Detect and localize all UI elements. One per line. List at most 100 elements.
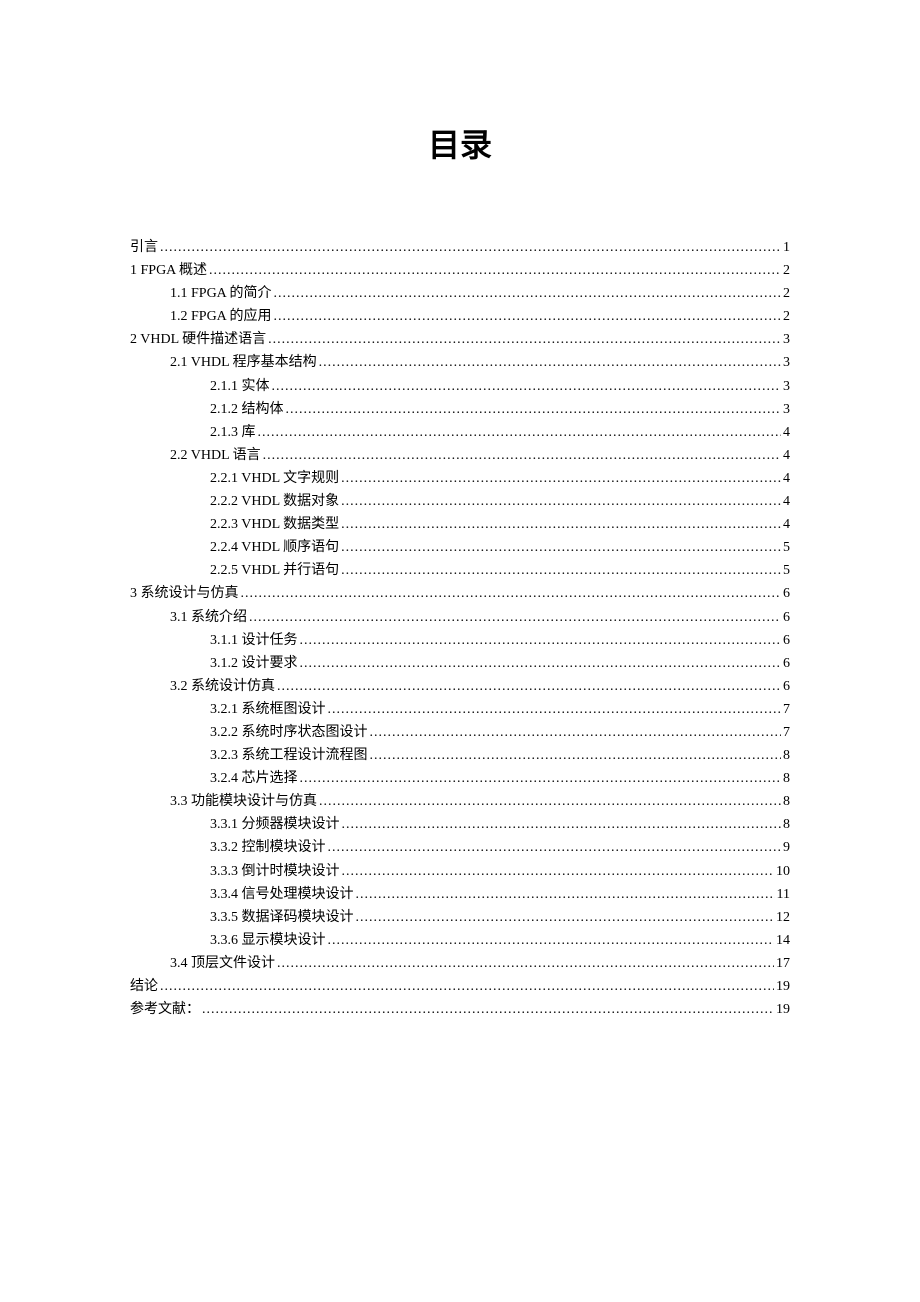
toc-entry: 2.2.2 VHDL 数据对象4 bbox=[130, 490, 790, 513]
toc-label: 3.3.4 信号处理模块设计 bbox=[210, 883, 354, 906]
toc-entry: 3.3.2 控制模块设计 9 bbox=[130, 836, 790, 859]
toc-entry: 3.3 功能模块设计与仿真 8 bbox=[130, 790, 790, 813]
toc-page: 6 bbox=[783, 629, 790, 652]
toc-page: 8 bbox=[783, 813, 790, 836]
toc-label: 3.3.3 倒计时模块设计 bbox=[210, 860, 340, 883]
toc-dots bbox=[319, 790, 781, 813]
toc-label: 3.1.2 设计要求 bbox=[210, 652, 298, 675]
toc-label: 3.2.1 系统框图设计 bbox=[210, 698, 326, 721]
toc-entry: 3.3.5 数据译码模块设计 12 bbox=[130, 906, 790, 929]
toc-entry: 2 VHDL 硬件描述语言3 bbox=[130, 328, 790, 351]
toc-entry: 3.2.1 系统框图设计7 bbox=[130, 698, 790, 721]
toc-page: 6 bbox=[783, 652, 790, 675]
toc-entry: 引言1 bbox=[130, 236, 790, 259]
toc-entry: 3.1.2 设计要求 6 bbox=[130, 652, 790, 675]
toc-label: 1.2 FPGA 的应用 bbox=[170, 305, 272, 328]
toc-entry: 参考文献：19 bbox=[130, 998, 790, 1021]
toc-dots bbox=[274, 305, 781, 328]
toc-entry: 3 系统设计与仿真 6 bbox=[130, 582, 790, 605]
toc-dots bbox=[341, 559, 781, 582]
toc-dots bbox=[160, 975, 774, 998]
toc-dots bbox=[300, 629, 782, 652]
toc-label: 2.2 VHDL 语言 bbox=[170, 444, 261, 467]
toc-page: 6 bbox=[783, 582, 790, 605]
toc-page: 3 bbox=[783, 398, 790, 421]
toc-page: 2 bbox=[783, 305, 790, 328]
toc-dots bbox=[268, 328, 781, 351]
toc-page: 12 bbox=[776, 906, 790, 929]
toc-dots bbox=[356, 883, 775, 906]
toc-label: 3.4 顶层文件设计 bbox=[170, 952, 275, 975]
toc-entry: 2.2.1 VHDL 文字规则4 bbox=[130, 467, 790, 490]
toc-entry: 3.2 系统设计仿真6 bbox=[130, 675, 790, 698]
toc-page: 3 bbox=[783, 328, 790, 351]
toc-label: 2.1.1 实体 bbox=[210, 375, 270, 398]
toc-dots bbox=[341, 536, 781, 559]
toc-container: 引言11 FPGA 概述21.1 FPGA 的简介21.2 FPGA 的应用22… bbox=[130, 236, 790, 1021]
toc-label: 2.2.3 VHDL 数据类型 bbox=[210, 513, 339, 536]
toc-page: 4 bbox=[783, 513, 790, 536]
toc-dots bbox=[328, 929, 775, 952]
toc-label: 2.1.3 库 bbox=[210, 421, 256, 444]
toc-entry: 3.2.4 芯片选择8 bbox=[130, 767, 790, 790]
toc-entry: 3.3.4 信号处理模块设计 11 bbox=[130, 883, 790, 906]
toc-page: 9 bbox=[783, 836, 790, 859]
toc-label: 3.3.6 显示模块设计 bbox=[210, 929, 326, 952]
toc-dots bbox=[370, 721, 782, 744]
toc-entry: 2.1.2 结构体 3 bbox=[130, 398, 790, 421]
toc-title: 目录 bbox=[130, 120, 790, 166]
toc-entry: 2.1.1 实体 3 bbox=[130, 375, 790, 398]
toc-page: 7 bbox=[783, 721, 790, 744]
toc-page: 3 bbox=[783, 351, 790, 374]
toc-page: 11 bbox=[777, 883, 790, 906]
toc-label: 3.1.1 设计任务 bbox=[210, 629, 298, 652]
toc-page: 8 bbox=[783, 790, 790, 813]
toc-label: 3 系统设计与仿真 bbox=[130, 582, 239, 605]
toc-dots bbox=[277, 952, 774, 975]
toc-page: 5 bbox=[783, 559, 790, 582]
toc-entry: 3.1.1 设计任务 6 bbox=[130, 629, 790, 652]
toc-entry: 3.3.3 倒计时模块设计 10 bbox=[130, 860, 790, 883]
toc-entry: 1.1 FPGA 的简介2 bbox=[130, 282, 790, 305]
toc-dots bbox=[328, 698, 782, 721]
toc-dots bbox=[160, 236, 781, 259]
toc-label: 3.3.2 控制模块设计 bbox=[210, 836, 326, 859]
toc-label: 2.1.2 结构体 bbox=[210, 398, 284, 421]
toc-label: 结论 bbox=[130, 975, 158, 998]
toc-page: 1 bbox=[783, 236, 790, 259]
toc-label: 1 FPGA 概述 bbox=[130, 259, 207, 282]
toc-dots bbox=[341, 490, 781, 513]
toc-page: 10 bbox=[776, 860, 790, 883]
toc-entry: 2.2.5 VHDL 并行语句 5 bbox=[130, 559, 790, 582]
toc-page: 5 bbox=[783, 536, 790, 559]
toc-page: 4 bbox=[783, 421, 790, 444]
toc-label: 3.3.5 数据译码模块设计 bbox=[210, 906, 354, 929]
toc-page: 2 bbox=[783, 259, 790, 282]
toc-page: 4 bbox=[783, 444, 790, 467]
toc-entry: 3.2.3 系统工程设计流程图8 bbox=[130, 744, 790, 767]
toc-label: 3.3 功能模块设计与仿真 bbox=[170, 790, 317, 813]
toc-dots bbox=[300, 652, 782, 675]
toc-dots bbox=[328, 836, 782, 859]
toc-dots bbox=[272, 375, 782, 398]
toc-dots bbox=[209, 259, 781, 282]
toc-entry: 2.1 VHDL 程序基本结构3 bbox=[130, 351, 790, 374]
toc-dots bbox=[249, 606, 781, 629]
toc-dots bbox=[258, 421, 782, 444]
toc-entry: 2.1.3 库 4 bbox=[130, 421, 790, 444]
toc-entry: 2.2.4 VHDL 顺序语句 5 bbox=[130, 536, 790, 559]
toc-entry: 3.3.6 显示模块设计14 bbox=[130, 929, 790, 952]
toc-label: 2.2.2 VHDL 数据对象 bbox=[210, 490, 339, 513]
toc-page: 3 bbox=[783, 375, 790, 398]
toc-dots bbox=[277, 675, 781, 698]
toc-label: 2.2.4 VHDL 顺序语句 bbox=[210, 536, 339, 559]
toc-dots bbox=[202, 998, 774, 1021]
toc-dots bbox=[300, 767, 782, 790]
toc-page: 6 bbox=[783, 606, 790, 629]
toc-label: 2.2.5 VHDL 并行语句 bbox=[210, 559, 339, 582]
toc-label: 3.2.4 芯片选择 bbox=[210, 767, 298, 790]
toc-page: 19 bbox=[776, 998, 790, 1021]
toc-page: 17 bbox=[776, 952, 790, 975]
toc-dots bbox=[274, 282, 781, 305]
toc-dots bbox=[263, 444, 781, 467]
